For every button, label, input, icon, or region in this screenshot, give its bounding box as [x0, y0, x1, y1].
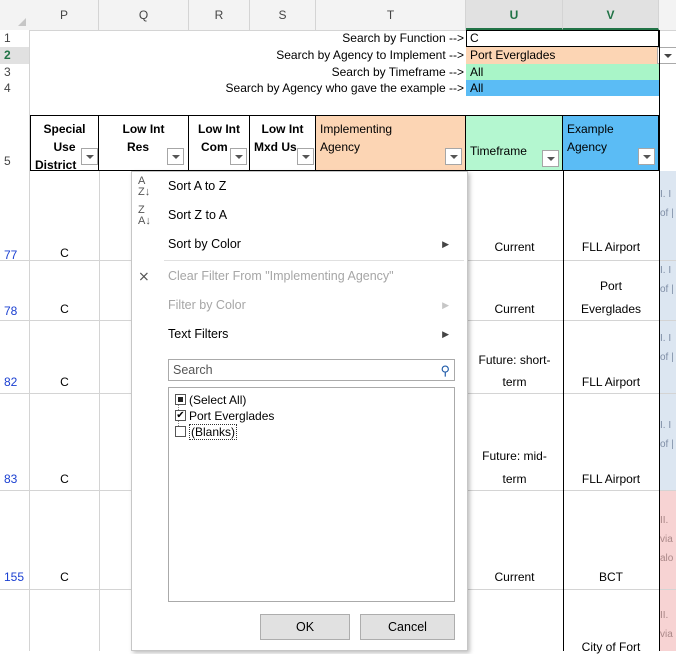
column-header-u[interactable]: U [466, 0, 563, 30]
row-header-82[interactable]: 82 [0, 373, 30, 391]
menu-item-filter-by-color: Filter by Color ▶ [132, 291, 467, 319]
list-item-select-all[interactable]: (Select All) [175, 392, 246, 408]
search-example-label: Search by Agency who gave the example --… [225, 81, 464, 95]
cell-w-78: I. Iof | [660, 261, 676, 320]
cell-u-155[interactable]: Current [466, 570, 563, 584]
menu-item-sort-z-a[interactable]: Z A↓ Sort Z to A [132, 201, 467, 229]
sort-za-icon: Z A↓ [138, 204, 151, 227]
search-function-value: C [470, 31, 479, 45]
header-special-use-district: Special Use District [30, 116, 99, 172]
cell-w-83: I. Iof | [660, 394, 676, 490]
cell-u-78[interactable]: Current [466, 302, 563, 316]
row-header-4[interactable]: 4 [0, 80, 30, 96]
cell-v-83[interactable]: FLL Airport [563, 472, 659, 486]
row-header-1[interactable]: 1 [0, 30, 30, 47]
search-example-value: All [470, 81, 484, 95]
filter-search-input[interactable]: Search ⚲ [168, 359, 455, 381]
row-header-78[interactable]: 78 [0, 302, 30, 320]
filter-dropdown-timeframe[interactable] [542, 150, 559, 167]
menu-item-text-filters[interactable]: Text Filters ▶ [132, 320, 467, 348]
search-agency-value: Port Everglades [470, 48, 556, 62]
filter-values-list[interactable]: (Select All) ✔ Port Everglades (Blanks) [168, 387, 455, 602]
column-header-q[interactable]: Q [99, 0, 189, 30]
header-timeframe: Timeframe [466, 116, 563, 171]
column-header-v[interactable]: V [563, 0, 659, 30]
cell-u-83[interactable]: term [466, 472, 563, 486]
cell-p-78[interactable]: C [30, 302, 99, 316]
header-low-int-mxd-us: Low Int Mxd Us [250, 116, 316, 171]
cell-u-82-line1[interactable]: Future: short- [466, 353, 563, 367]
checkbox-select-all[interactable] [175, 394, 186, 405]
header-example-agency: Example Agency [563, 116, 659, 171]
row-header-83[interactable]: 83 [0, 470, 30, 488]
autofilter-menu: A Z↓ Sort A to Z Z A↓ Sort Z to A Sort by … [131, 171, 468, 651]
row-header-77[interactable]: 77 [0, 246, 30, 264]
menu-item-clear-filter: ⨯ Clear Filter From "Implementing Agency… [132, 262, 467, 290]
filter-dropdown-example-agency[interactable] [638, 148, 655, 165]
cell-u-77[interactable]: Current [466, 240, 563, 254]
cell-w-77: I. Iof | [660, 171, 676, 260]
search-agency-label: Search by Agency to Implement --> [276, 48, 464, 62]
filter-dropdown-implementing-agency[interactable] [445, 148, 462, 165]
clear-filter-icon: ⨯ [138, 268, 150, 284]
cell-v-78-line1[interactable]: Port [563, 279, 659, 293]
checkbox-port-everglades[interactable]: ✔ [175, 410, 186, 421]
row-header-2[interactable]: 2 [0, 47, 30, 64]
search-timeframe-label: Search by Timeframe --> [331, 65, 464, 79]
cell-w-next: II. via [660, 590, 676, 651]
column-header-bar: P Q R S T U V [0, 0, 676, 31]
chevron-down-icon [664, 54, 672, 58]
cell-v-78[interactable]: Everglades [563, 302, 659, 316]
column-header-p[interactable]: P [30, 0, 99, 30]
cell-u-82[interactable]: term [466, 375, 563, 389]
filter-dropdown-low-int-com[interactable] [230, 148, 247, 165]
column-header-r[interactable]: R [189, 0, 250, 30]
row-header-5[interactable]: 5 [0, 152, 30, 170]
search-icon: ⚲ [440, 363, 450, 378]
search-function-label: Search by Function --> [342, 31, 464, 45]
submenu-arrow-icon: ▶ [442, 239, 449, 249]
header-low-int-res: Low Int Res [99, 116, 189, 171]
header-implementing-agency: Implementing Agency [316, 116, 466, 171]
row-header-155[interactable]: 155 [0, 568, 30, 586]
cell-w-82: I. Iof | [660, 321, 676, 393]
cell-v-next[interactable]: City of Fort [563, 640, 659, 654]
cell-p-83[interactable]: C [30, 472, 99, 486]
filter-dropdown-low-int-res[interactable] [167, 148, 184, 165]
checkbox-blanks[interactable] [175, 426, 186, 437]
menu-item-sort-by-color[interactable]: Sort by Color ▶ [132, 230, 467, 258]
cell-v-77[interactable]: FLL Airport [563, 240, 659, 254]
search-timeframe-value: All [470, 65, 484, 79]
cell-p-82[interactable]: C [30, 375, 99, 389]
cancel-button[interactable]: Cancel [360, 614, 455, 640]
menu-item-sort-a-z[interactable]: A Z↓ Sort A to Z [132, 172, 467, 200]
filter-dropdown-special-use[interactable] [81, 148, 98, 165]
menu-divider [164, 260, 464, 261]
ok-button[interactable]: OK [260, 614, 350, 640]
select-all-corner[interactable] [0, 0, 30, 30]
cell-v-155[interactable]: BCT [563, 570, 659, 584]
cell-p-155[interactable]: C [30, 570, 99, 584]
list-item-blanks[interactable]: (Blanks) [175, 424, 238, 440]
cell-u-83-line1[interactable]: Future: mid- [466, 449, 563, 463]
row-header-3[interactable]: 3 [0, 64, 30, 80]
submenu-arrow-icon: ▶ [442, 329, 449, 339]
list-item-port-everglades[interactable]: ✔ Port Everglades [175, 408, 274, 424]
column-header-s[interactable]: S [250, 0, 316, 30]
sort-az-icon: A Z↓ [138, 175, 151, 198]
filter-dropdown-low-int-mxd[interactable] [297, 148, 314, 165]
column-header-t[interactable]: T [316, 0, 466, 30]
cell-v-82[interactable]: FLL Airport [563, 375, 659, 389]
cell-w-155: II. via alo [660, 491, 676, 589]
cell-p-77[interactable]: C [30, 246, 99, 260]
header-low-int-com: Low Int Com [189, 116, 250, 171]
submenu-arrow-icon: ▶ [442, 300, 449, 310]
